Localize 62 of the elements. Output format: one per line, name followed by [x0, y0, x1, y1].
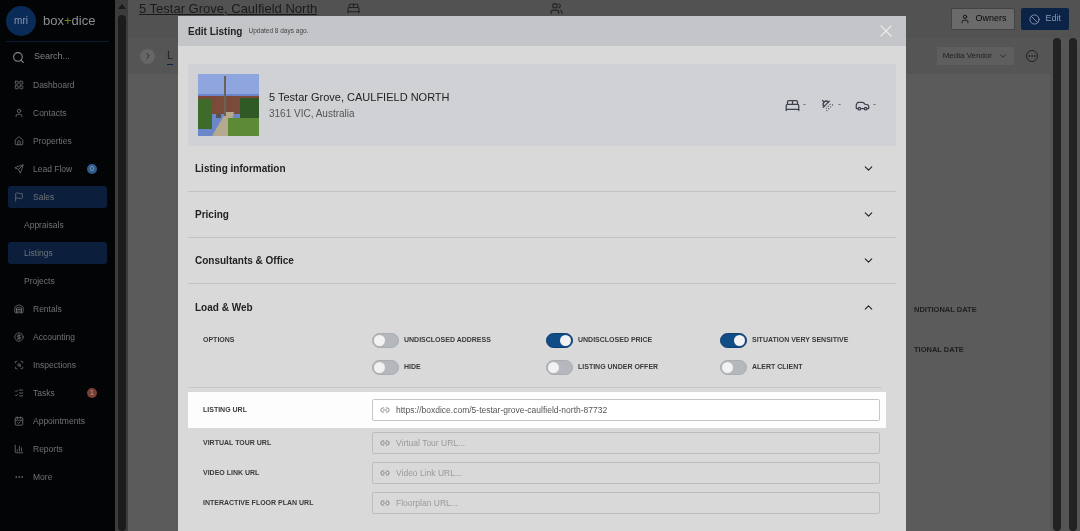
nav-item[interactable]: Rentals: [8, 298, 107, 320]
expand-button[interactable]: [140, 48, 155, 64]
url-field[interactable]: https://boxdice.com/5-testar-grove-caulfield-north-87732: [372, 399, 880, 421]
scrollbar-thumb[interactable]: [1069, 38, 1077, 531]
house-icon: [14, 304, 24, 314]
scrollbar-thumb[interactable]: [1053, 38, 1061, 531]
nav-item[interactable]: Reports: [8, 438, 107, 460]
edit-icon: [1029, 13, 1041, 25]
toggle-switch[interactable]: [546, 360, 573, 375]
people-icon: [550, 2, 564, 15]
nav-item[interactable]: Properties: [8, 130, 107, 152]
toggle-switch[interactable]: [372, 360, 399, 375]
link-icon: [380, 498, 390, 508]
search-icon: [12, 50, 25, 64]
owners-button[interactable]: Owners: [951, 8, 1016, 30]
scrollbar-thumb[interactable]: [117, 15, 126, 531]
accordion-header[interactable]: Consultants & Office: [188, 238, 896, 284]
chevron-down-icon: [998, 51, 1008, 61]
property-address: 5 Testar Grove, CAULFIELD NORTH: [269, 90, 450, 106]
toggle-switch[interactable]: [372, 333, 399, 348]
accordion-header[interactable]: Load & Web: [188, 284, 896, 330]
brand-name: box+dice: [43, 11, 96, 30]
calendar-icon: [14, 416, 24, 426]
nav-item[interactable]: Accounting: [8, 326, 107, 348]
logo: mri: [6, 5, 36, 36]
person-icon: [960, 14, 971, 24]
nav-item[interactable]: Contacts: [8, 102, 107, 124]
nav-subitem[interactable]: Appraisals: [8, 214, 107, 236]
nav-item[interactable]: Appointments: [8, 410, 107, 432]
grid-icon: [14, 80, 24, 90]
nav-item[interactable]: Dashboard: [8, 74, 107, 96]
checklist-icon: [14, 388, 24, 398]
nav-subitem[interactable]: Projects: [8, 270, 107, 292]
feature-count: -: [838, 98, 841, 112]
search-field[interactable]: Search...: [0, 43, 115, 71]
accordion-header[interactable]: Pricing: [188, 192, 896, 238]
toggle-switch[interactable]: [720, 333, 747, 348]
link-icon: [380, 405, 390, 415]
link-icon: [380, 468, 390, 478]
bed-icon: [347, 2, 361, 15]
plane-icon: [14, 164, 24, 174]
feature-count: -: [873, 98, 876, 112]
nav-subitem[interactable]: Listings: [8, 242, 107, 264]
dollar-icon: [14, 332, 24, 342]
shower-icon: [820, 97, 835, 113]
person-icon: [14, 108, 24, 118]
property-locality: 3161 VIC, Australia: [269, 106, 356, 121]
nav-item[interactable]: More: [8, 466, 107, 488]
page-title: 5 Testar Grove, Caulfield North: [139, 2, 318, 16]
nav-item[interactable]: Sales: [8, 186, 107, 208]
bar-chart-icon: [14, 444, 24, 454]
edit-button[interactable]: Edit: [1021, 8, 1069, 30]
toggle-switch[interactable]: [720, 360, 747, 375]
flag-icon: [14, 192, 24, 202]
accordion-header[interactable]: Listing information: [188, 146, 896, 192]
link-icon: [380, 438, 390, 448]
house-icon: [14, 136, 24, 146]
feature-count: -: [803, 98, 806, 112]
toggle-switch[interactable]: [546, 333, 573, 348]
nav-item[interactable]: Inspections: [8, 354, 107, 376]
dialog-title: Edit Listing: [188, 24, 243, 39]
bed-icon: [785, 97, 800, 113]
